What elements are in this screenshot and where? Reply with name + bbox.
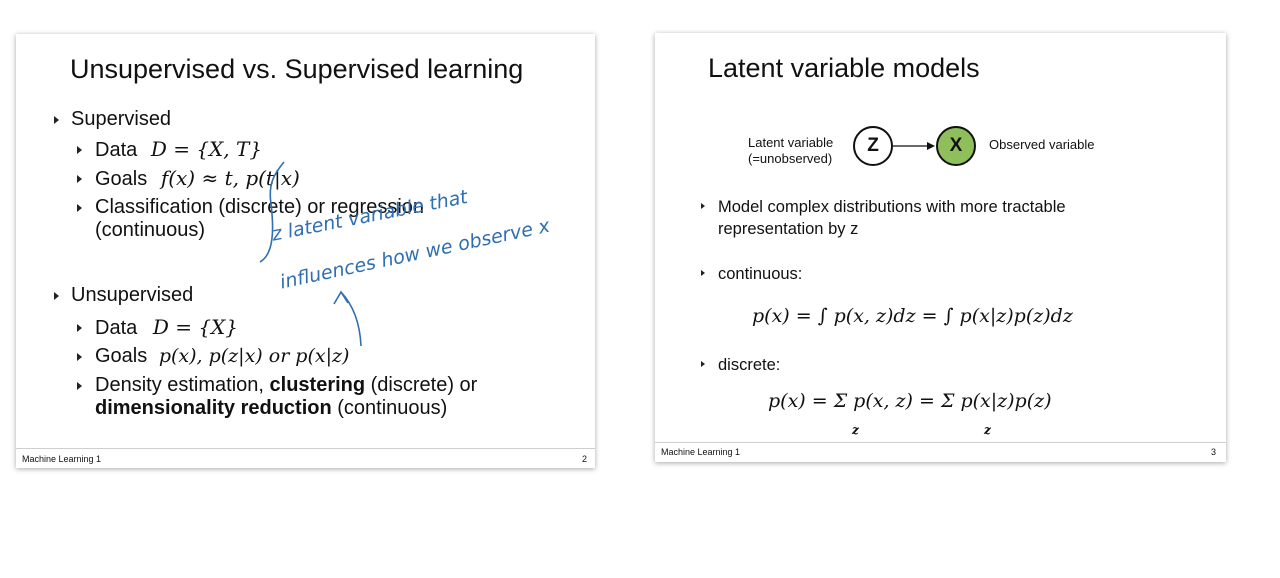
- footer-divider: [16, 448, 595, 449]
- latent-node-z: Z: [853, 126, 893, 166]
- bullet-icon: [701, 361, 705, 367]
- bullet-text: continuous:: [718, 265, 803, 283]
- observed-variable-label: Observed variable: [989, 137, 1095, 152]
- footer-course: Machine Learning 1: [661, 447, 741, 457]
- slide-3: Latent variable models Latent variable (…: [655, 33, 1226, 462]
- handwriting-strokes: [259, 161, 362, 347]
- equation-discrete: p(x) = Σ p(x, z) = Σ p(x|z)p(z): [768, 390, 1052, 412]
- latent-label-line-2: (=unobserved): [748, 151, 833, 166]
- sum-index-1: z: [852, 423, 859, 437]
- sum-index-2: z: [984, 423, 991, 437]
- arrow-stroke: [340, 291, 362, 347]
- equation-continuous: p(x) = ∫ p(x, z)dz = ∫ p(x|z)p(z)dz: [752, 305, 1073, 327]
- bullet-model: Model complex distributions with more tr…: [701, 196, 1098, 240]
- slide-2: Unsupervised vs. Supervised learning Sup…: [16, 34, 595, 468]
- bullet-continuous: continuous:: [701, 263, 803, 285]
- latent-label-line-1: Latent variable: [748, 135, 834, 150]
- page-number: 3: [1210, 447, 1216, 457]
- slide-title: Latent variable models: [708, 53, 980, 83]
- bullet-icon: [701, 203, 705, 209]
- bullet-text: discrete:: [718, 356, 781, 374]
- observed-node-x: X: [936, 126, 976, 166]
- latent-variable-label: Latent variable (=unobserved): [748, 135, 833, 167]
- bullet-discrete: discrete:: [701, 354, 781, 376]
- bullet-icon: [701, 270, 705, 276]
- page-number: 2: [581, 454, 587, 464]
- bracket-stroke: [259, 161, 285, 263]
- bullet-text: Model complex distributions with more tr…: [718, 198, 1066, 238]
- latent-node-label: Z: [867, 135, 879, 156]
- observed-node-label: X: [949, 135, 963, 156]
- dependency-arrow: [893, 142, 935, 150]
- footer-course: Machine Learning 1: [22, 454, 102, 464]
- footer-divider: [655, 442, 1226, 443]
